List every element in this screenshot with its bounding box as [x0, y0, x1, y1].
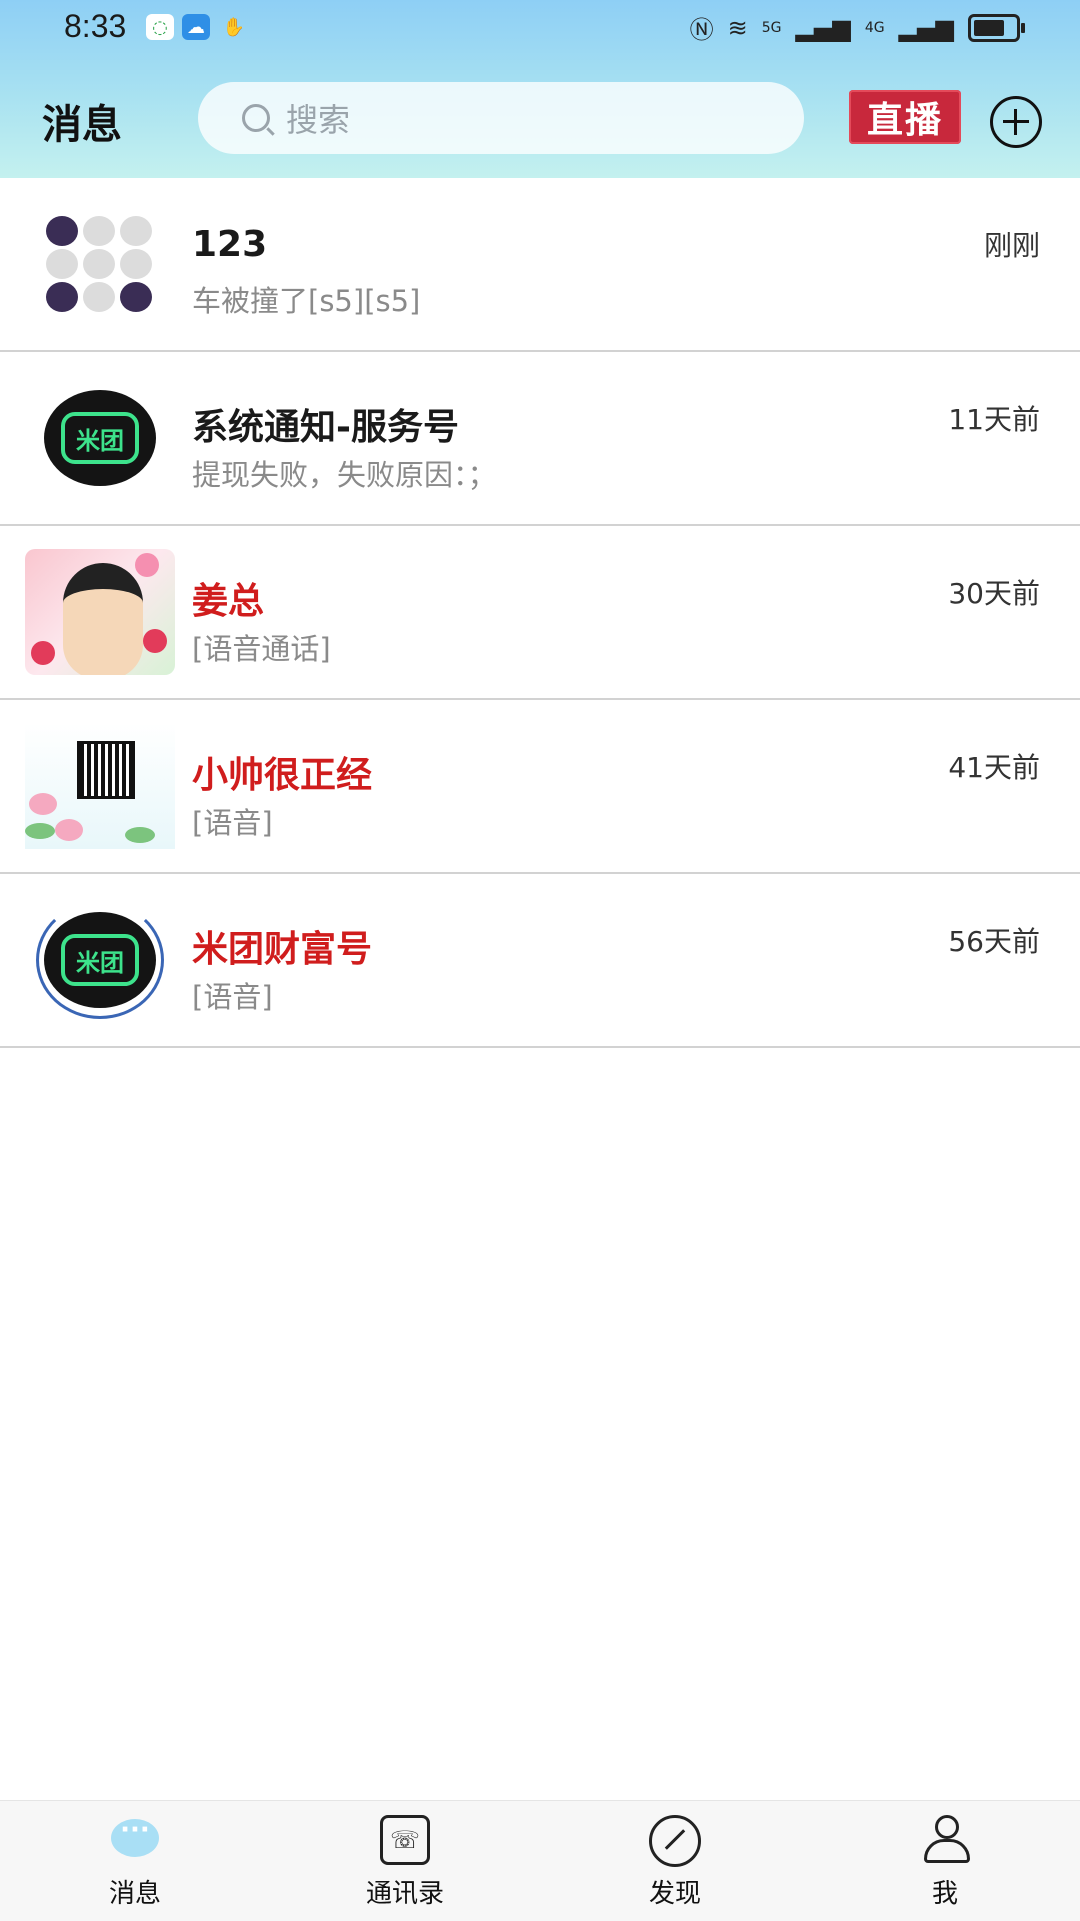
conversation-row[interactable]: 小帅很正经 [语音] 41天前: [0, 700, 1080, 874]
conversation-row[interactable]: 123 车被撞了[s5][s5] 刚刚: [0, 178, 1080, 352]
qr-code-avatar: [22, 722, 178, 850]
discover-compass-icon: [649, 1815, 701, 1867]
qr-code-icon: [77, 741, 135, 799]
bottom-navigation: 消息 ☏ 通讯录 发现 我: [0, 1800, 1080, 1921]
conversation-time: 刚刚: [983, 229, 1040, 262]
conversation-time: 56天前: [948, 925, 1040, 958]
conversation-preview: 提现失败，失败原因：；: [192, 458, 497, 492]
conversation-preview: [语音]: [192, 980, 273, 1014]
nav-label: 发现: [648, 1879, 701, 1909]
conversation-time: 11天前: [948, 403, 1040, 436]
conversation-list: 123 车被撞了[s5][s5] 刚刚 米团 系统通知-服务号 提现失败，失败原…: [0, 178, 1080, 1048]
conversation-time: 30天前: [948, 577, 1040, 610]
header-bar: 8:33 ◌ ☁ ✋ Ⓝ ≋ 5G ▂▄▆ 4G ▂▄▆ 消息 搜索 直播: [0, 0, 1080, 178]
gesture-hand-icon: ✋: [222, 16, 246, 38]
signal-bars-icon: ▂▄▆: [898, 13, 954, 42]
signal-5g-label: 5G: [761, 19, 782, 36]
nav-messages[interactable]: 消息: [0, 1801, 270, 1921]
logo-text: 米团: [61, 412, 139, 464]
nav-label: 消息: [108, 1879, 161, 1909]
signal-4g-label: 4G: [864, 19, 885, 36]
conversation-name: 姜总: [192, 581, 265, 622]
nav-label: 我: [931, 1879, 958, 1909]
mituan-logo-avatar: 米团: [22, 374, 178, 502]
conversation-name: 系统通知-服务号: [192, 407, 459, 448]
nav-label: 通讯录: [365, 1879, 444, 1909]
wechat-notification-icon: ◌: [146, 14, 174, 40]
signal-bars-icon: ▂▄▆: [795, 13, 851, 42]
cartoon-avatar: [22, 548, 178, 676]
nav-discover[interactable]: 发现: [540, 1801, 810, 1921]
status-bar: 8:33 ◌ ☁ ✋ Ⓝ ≋ 5G ▂▄▆ 4G ▂▄▆: [0, 0, 1080, 56]
search-icon: [242, 104, 270, 132]
conversation-time: 41天前: [948, 751, 1040, 784]
contacts-phone-icon: ☏: [380, 1815, 430, 1865]
live-button[interactable]: 直播: [849, 90, 961, 144]
nav-contacts[interactable]: ☏ 通讯录: [270, 1801, 540, 1921]
conversation-preview: [语音通话]: [192, 632, 331, 666]
conversation-name: 123: [192, 224, 268, 265]
wifi-icon: ≋: [727, 13, 748, 42]
battery-icon: [968, 13, 1025, 42]
conversation-name: 小帅很正经: [192, 755, 373, 796]
nav-me[interactable]: 我: [810, 1801, 1080, 1921]
profile-person-icon: [922, 1815, 970, 1863]
add-plus-icon[interactable]: [990, 96, 1042, 148]
group-avatar: [22, 200, 178, 328]
conversation-preview: 车被撞了[s5][s5]: [192, 284, 421, 318]
conversation-preview: [语音]: [192, 806, 273, 840]
conversation-row[interactable]: 米团 米团财富号 [语音] 56天前: [0, 874, 1080, 1048]
logo-text: 米团: [61, 934, 139, 986]
conversation-row[interactable]: 米团 系统通知-服务号 提现失败，失败原因：； 11天前: [0, 352, 1080, 526]
weather-icon: ☁: [182, 14, 210, 40]
status-right-icons: Ⓝ ≋ 5G ▂▄▆ 4G ▂▄▆: [689, 10, 1025, 45]
conversation-name: 米团财富号: [192, 929, 373, 970]
search-placeholder: 搜索: [286, 101, 351, 139]
chat-bubble-icon: [111, 1815, 159, 1857]
conversation-row[interactable]: 姜总 [语音通话] 30天前: [0, 526, 1080, 700]
page-title: 消息: [42, 102, 122, 148]
mituan-ring-avatar: 米团: [22, 896, 178, 1024]
nfc-icon: Ⓝ: [689, 16, 714, 44]
search-input[interactable]: 搜索: [198, 82, 804, 154]
